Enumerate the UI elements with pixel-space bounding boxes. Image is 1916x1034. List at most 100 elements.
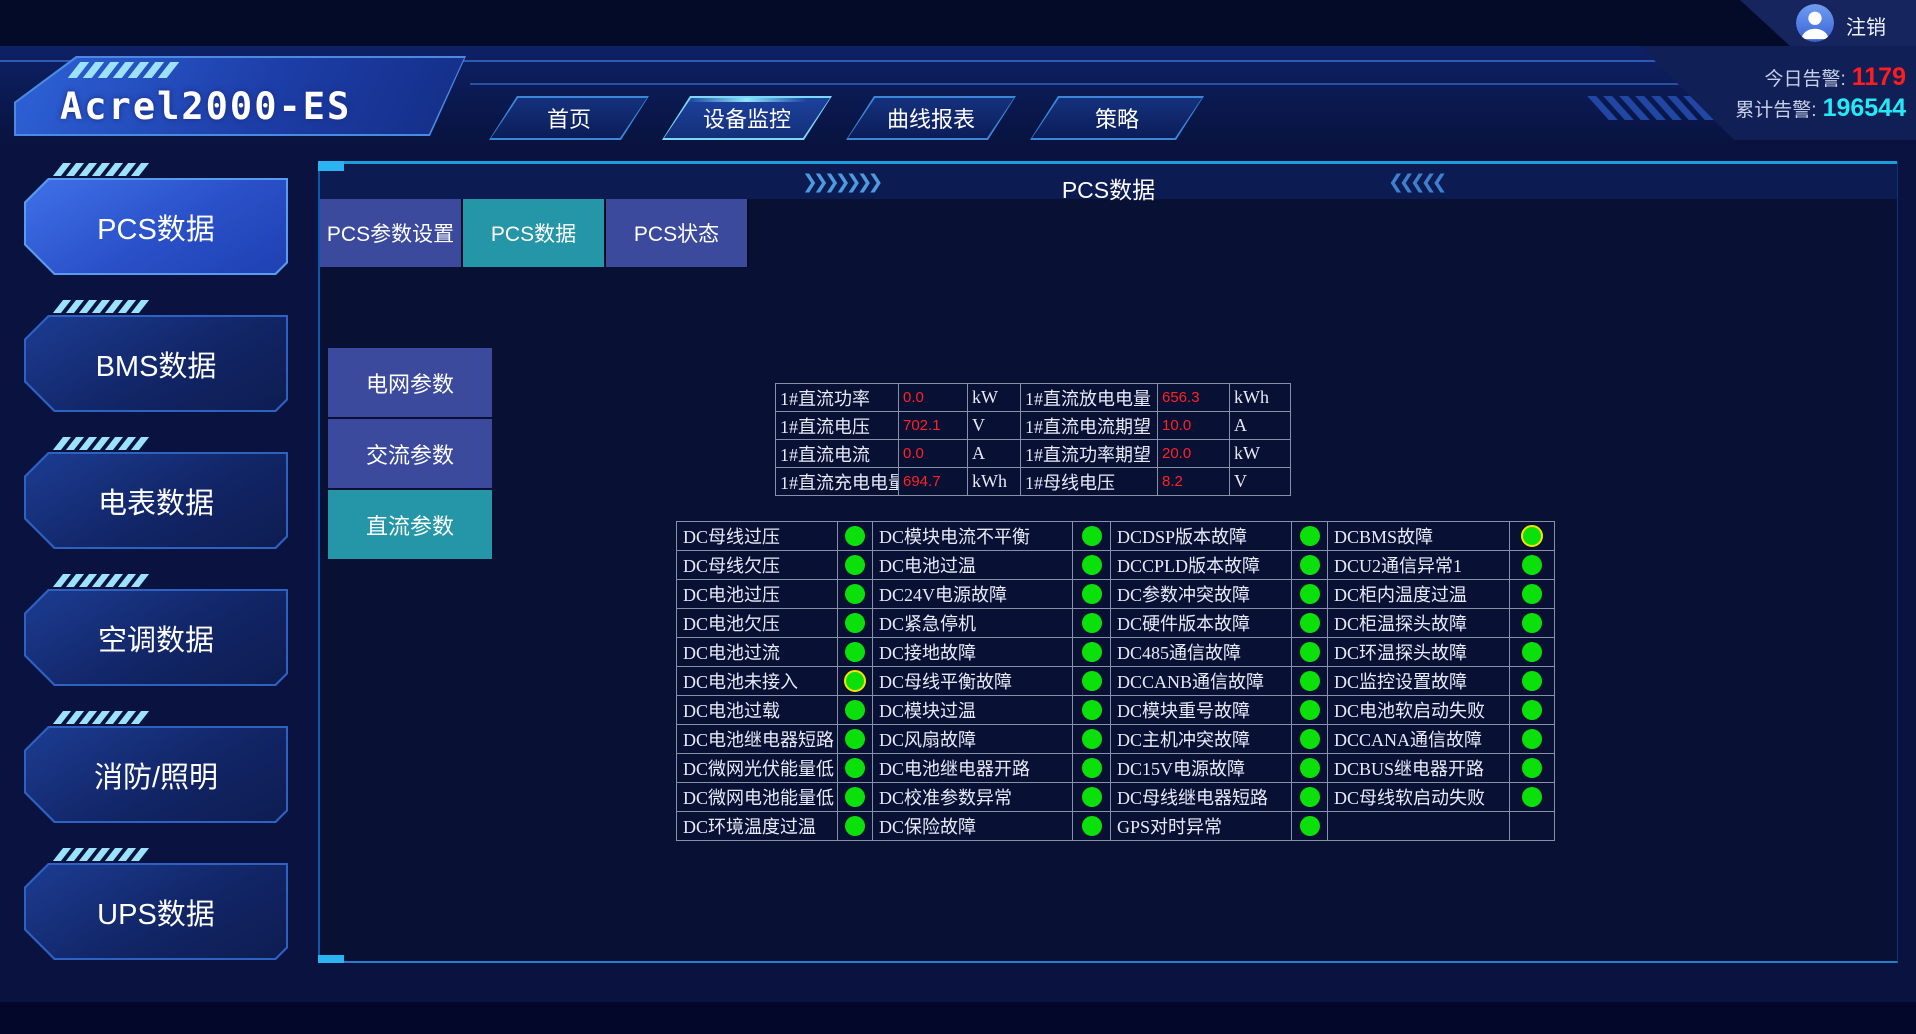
status-ok-dot	[1082, 642, 1102, 662]
status-ok-dot	[845, 729, 865, 749]
status-dot-cell	[1292, 667, 1328, 696]
nav-tab[interactable]: 曲线报表	[846, 96, 1016, 140]
status-label: DC微网电池能量低	[677, 783, 838, 812]
status-label: DC母线过压	[677, 522, 838, 551]
status-dot-cell	[838, 812, 873, 841]
value-label: 1#直流电流	[776, 440, 899, 468]
header-band: Acrel2000-ES 首页设备监控曲线报表策略 今日告警: 1179 累计告…	[0, 46, 1916, 140]
submenu-button[interactable]: 交流参数	[328, 419, 492, 488]
logout-button[interactable]: 注销	[1846, 11, 1886, 40]
app-logo: Acrel2000-ES	[14, 56, 466, 136]
status-label: DC柜内温度过温	[1328, 580, 1510, 609]
status-ok-dot	[845, 555, 865, 575]
nav-tab[interactable]: 首页	[489, 96, 649, 140]
status-label: DC参数冲突故障	[1111, 580, 1292, 609]
status-ok-dot	[1522, 700, 1542, 720]
status-row: DC电池过载DC模块过温DC模块重号故障DC电池软启动失败	[677, 696, 1555, 725]
status-ok-dot	[1522, 642, 1542, 662]
sidebar-item-label: BMS数据	[26, 317, 286, 410]
status-row: DC电池过压DC24V电源故障DC参数冲突故障DC柜内温度过温	[677, 580, 1555, 609]
sidebar-button[interactable]: 电表数据	[24, 452, 288, 549]
sidebar-item[interactable]: 消防/照明	[24, 711, 288, 823]
sidebar-item[interactable]: UPS数据	[24, 848, 288, 960]
sidebar-button[interactable]: PCS数据	[24, 178, 288, 275]
value-label: 1#直流放电电量	[1021, 384, 1158, 412]
nav-tab-label: 首页	[491, 98, 647, 138]
status-row: DC电池欠压DC紧急停机DC硬件版本故障DC柜温探头故障	[677, 609, 1555, 638]
status-ok-dot	[1300, 526, 1320, 546]
status-row: DC电池过流DC接地故障DC485通信故障DC环温探头故障	[677, 638, 1555, 667]
panel-tab[interactable]: PCS数据	[463, 199, 606, 267]
status-ok-dot	[1082, 816, 1102, 836]
alarm-today-label: 今日告警:	[1764, 64, 1845, 91]
status-row: DC母线过压DC模块电流不平衡DCDSP版本故障DCBMS故障	[677, 522, 1555, 551]
status-ok-dot	[1082, 584, 1102, 604]
panel-tab[interactable]: PCS参数设置	[320, 199, 463, 267]
status-dot-cell	[1510, 696, 1555, 725]
status-label-empty	[1328, 812, 1510, 841]
submenu-button[interactable]: 直流参数	[328, 490, 492, 559]
panel-tab[interactable]: PCS状态	[606, 199, 749, 267]
status-dot-cell	[1073, 638, 1111, 667]
status-label: DC电池过载	[677, 696, 838, 725]
sidebar-item[interactable]: PCS数据	[24, 163, 288, 275]
status-label: DC母线平衡故障	[873, 667, 1073, 696]
status-ok-dot	[1300, 758, 1320, 778]
top-bar: 注销	[0, 0, 1916, 46]
sidebar-button[interactable]: BMS数据	[24, 315, 288, 412]
status-label: DC风扇故障	[873, 725, 1073, 754]
status-ok-dot	[1082, 787, 1102, 807]
status-ok-dot	[845, 526, 865, 546]
status-label: DC电池欠压	[677, 609, 838, 638]
footer-strip	[0, 1002, 1916, 1034]
sidebar-button[interactable]: 空调数据	[24, 589, 288, 686]
sidebar-item[interactable]: 电表数据	[24, 437, 288, 549]
value-label: 1#直流电压	[776, 412, 899, 440]
status-dot-cell	[1292, 783, 1328, 812]
status-label: DCBUS继电器开路	[1328, 754, 1510, 783]
status-label: DC微网光伏能量低	[677, 754, 838, 783]
value-number: 656.3	[1158, 384, 1230, 412]
app-title: Acrel2000-ES	[60, 85, 351, 128]
status-label: DC电池过压	[677, 580, 838, 609]
value-number: 8.2	[1158, 468, 1230, 496]
alarm-summary: 今日告警: 1179 累计告警: 196544	[1640, 46, 1916, 140]
status-dot-cell	[1510, 754, 1555, 783]
status-label: DC母线继电器短路	[1111, 783, 1292, 812]
status-ok-dot	[1522, 787, 1542, 807]
status-ok-dot	[1521, 525, 1543, 547]
status-dot-cell	[1073, 754, 1111, 783]
value-number: 20.0	[1158, 440, 1230, 468]
status-label: GPS对时异常	[1111, 812, 1292, 841]
status-ok-dot	[845, 584, 865, 604]
status-label: DCBMS故障	[1328, 522, 1510, 551]
user-avatar-icon[interactable]	[1796, 4, 1834, 42]
status-row: DC微网电池能量低DC校准参数异常DC母线继电器短路DC母线软启动失败	[677, 783, 1555, 812]
sidebar-item[interactable]: BMS数据	[24, 300, 288, 412]
status-ok-dot	[1300, 671, 1320, 691]
status-label: DC模块重号故障	[1111, 696, 1292, 725]
nav-tab[interactable]: 设备监控	[662, 96, 832, 140]
value-unit: A	[968, 440, 1021, 468]
status-label: DC15V电源故障	[1111, 754, 1292, 783]
status-dot-cell	[1510, 812, 1555, 841]
value-label: 1#直流充电电量	[776, 468, 899, 496]
status-dot-cell	[1510, 638, 1555, 667]
alarm-total-row: 累计告警: 196544	[1735, 94, 1906, 123]
value-label: 1#直流功率	[776, 384, 899, 412]
status-label: DC柜温探头故障	[1328, 609, 1510, 638]
status-dot-cell	[838, 725, 873, 754]
alarm-today-row: 今日告警: 1179	[1764, 63, 1906, 92]
submenu-button[interactable]: 电网参数	[328, 348, 492, 417]
sidebar-item[interactable]: 空调数据	[24, 574, 288, 686]
value-number: 0.0	[899, 440, 968, 468]
nav-tab[interactable]: 策略	[1030, 96, 1204, 140]
value-unit: kWh	[1230, 384, 1291, 412]
status-ok-dot	[1300, 787, 1320, 807]
status-label: DC监控设置故障	[1328, 667, 1510, 696]
status-label: DC电池过流	[677, 638, 838, 667]
pcs-panel: ❯❯❯❯❯❯❯ PCS数据 ❮❮❮❮❮ PCS参数设置PCS数据PCS状态 电网…	[318, 161, 1898, 963]
sidebar-button[interactable]: UPS数据	[24, 863, 288, 960]
sidebar-button[interactable]: 消防/照明	[24, 726, 288, 823]
user-area[interactable]: 注销	[1740, 0, 1916, 46]
